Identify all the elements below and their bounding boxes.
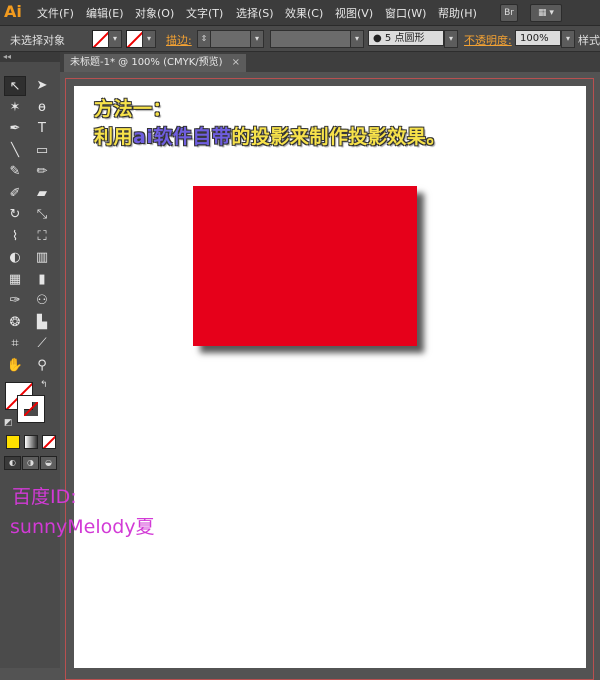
menu-view[interactable]: 视图(V) [335, 5, 373, 21]
brush-definition-dropdown[interactable]: ▾ [444, 30, 458, 48]
mesh-tool-icon[interactable]: ▦ [4, 270, 26, 290]
default-colors-icon[interactable]: ◩ [4, 418, 13, 428]
desc-part-2: ai [133, 126, 154, 148]
canvas-area[interactable]: 方法一： 利用ai软件自带的投影来制作投影效果。 [60, 72, 600, 680]
variable-width-field[interactable] [270, 30, 352, 48]
zoom-tool-icon[interactable]: ⚲ [31, 356, 53, 376]
control-bar: 未选择对象 ▾ ▾ 描边: ⇕ ▾ ▾ ● 5 点圆形 ▾ 不透明度: 100%… [0, 26, 600, 52]
menu-type[interactable]: 文字(T) [186, 5, 223, 21]
blend-tool-icon[interactable]: ⚇ [31, 291, 53, 311]
perspective-grid-icon[interactable]: ▥ [31, 248, 53, 268]
draw-behind-icon[interactable]: ◑ [22, 456, 39, 470]
selection-status: 未选择对象 [10, 34, 65, 47]
rotate-tool-icon[interactable]: ↻ [4, 205, 26, 225]
style-label[interactable]: 样式 [578, 32, 600, 48]
arrange-documents-button[interactable]: ▦ ▾ [530, 4, 562, 22]
document-tab-bar: 未标题-1* @ 100% (CMYK/预览) × [60, 52, 600, 72]
method-heading[interactable]: 方法一： [94, 94, 172, 121]
menu-object[interactable]: 对象(O) [135, 5, 174, 21]
draw-normal-icon[interactable]: ◐ [4, 456, 21, 470]
selection-tool-icon[interactable]: ↖ [4, 76, 26, 96]
fill-dropdown-arrow[interactable]: ▾ [108, 30, 122, 48]
symbol-sprayer-icon[interactable]: ❂ [4, 313, 26, 333]
app-logo: Ai [4, 2, 22, 21]
shape-builder-icon[interactable]: ◐ [4, 248, 26, 268]
stroke-color-box[interactable] [17, 395, 45, 423]
tools-panel-collapse[interactable]: ◂◂ [0, 52, 60, 62]
variable-width-dropdown[interactable]: ▾ [350, 30, 364, 48]
stroke-dropdown-arrow[interactable]: ▾ [142, 30, 156, 48]
stroke-weight-stepper[interactable]: ⇕ [197, 30, 211, 48]
scale-tool-icon[interactable]: ⤡ [31, 205, 53, 225]
column-graph-icon[interactable]: ▙ [31, 313, 53, 333]
menu-help[interactable]: 帮助(H) [438, 5, 477, 21]
desc-part-1: 利用 [94, 126, 134, 148]
slice-tool-icon[interactable]: ⟋ [31, 334, 53, 354]
opacity-field[interactable]: 100% [515, 30, 561, 46]
warp-tool-icon[interactable]: ⌇ [4, 227, 26, 247]
desc-part-3: 软件自带 [153, 126, 232, 148]
desc-part-4: 的投影来制作投影效果。 [231, 126, 446, 148]
opacity-label[interactable]: 不透明度: [464, 32, 512, 48]
hand-tool-icon[interactable]: ✋ [4, 356, 26, 376]
gradient-mode-button[interactable] [24, 435, 38, 449]
menu-effect[interactable]: 效果(C) [285, 5, 323, 21]
free-transform-icon[interactable]: ⛶ [31, 227, 53, 247]
lasso-icon[interactable]: ɵ [31, 98, 53, 118]
menu-file[interactable]: 文件(F) [37, 5, 74, 21]
document-tab-title: 未标题-1* @ 100% (CMYK/预览) [70, 57, 223, 68]
eraser-icon[interactable]: ▰ [31, 184, 53, 204]
gradient-tool-icon[interactable]: ▮ [31, 270, 53, 290]
menu-edit[interactable]: 编辑(E) [86, 5, 124, 21]
menu-select[interactable]: 选择(S) [236, 5, 274, 21]
paintbrush-icon[interactable]: ✎ [4, 162, 26, 182]
watermark-line-1: 百度ID: [12, 486, 77, 508]
method-description[interactable]: 利用ai软件自带的投影来制作投影效果。 [94, 122, 446, 149]
swap-fill-stroke-icon[interactable]: ↰ [40, 380, 48, 390]
draw-inside-icon[interactable]: ◒ [40, 456, 57, 470]
close-tab-icon[interactable]: × [232, 54, 240, 72]
menu-window[interactable]: 窗口(W) [385, 5, 426, 21]
type-tool-icon[interactable]: T [31, 119, 53, 139]
stroke-weight-dropdown[interactable]: ▾ [250, 30, 264, 48]
red-rectangle-with-drop-shadow[interactable] [193, 186, 417, 346]
menu-bar: Ai 文件(F) 编辑(E) 对象(O) 文字(T) 选择(S) 效果(C) 视… [0, 0, 600, 26]
direct-selection-tool-icon[interactable]: ➤ [31, 76, 53, 96]
rectangle-tool-icon[interactable]: ▭ [31, 141, 53, 161]
watermark-line-2: sunnyMelody夏 [10, 516, 155, 538]
artboard-tool-icon[interactable]: ⌗ [4, 334, 26, 354]
line-tool-icon[interactable]: ╲ [4, 141, 26, 161]
eyedropper-icon[interactable]: ✑ [4, 291, 26, 311]
none-mode-button[interactable] [42, 435, 56, 449]
stroke-weight-field[interactable] [210, 30, 252, 48]
brush-definition-field[interactable]: ● 5 点圆形 [368, 30, 444, 46]
magic-wand-icon[interactable]: ✶ [4, 98, 26, 118]
pencil-icon[interactable]: ✏ [31, 162, 53, 182]
tools-panel: ◂◂ ↖ ➤ ✶ ɵ ✒ T ╲ ▭ ✎ ✏ ✐ ▰ ↻ ⤡ ⌇ ⛶ ◐ ▥ ▦ ▮ ✑ ⚇ ❂ ▙ ⌗ ⟋ ✋ ⚲ ↰ ◩ ◐ ◑ … [0, 52, 61, 668]
color-mode-button[interactable] [6, 435, 20, 449]
document-tab[interactable]: 未标题-1* @ 100% (CMYK/预览) × [64, 54, 246, 72]
opacity-dropdown[interactable]: ▾ [561, 30, 575, 48]
artboard[interactable]: 方法一： 利用ai软件自带的投影来制作投影效果。 [74, 86, 586, 668]
bridge-button[interactable]: Br [500, 4, 518, 22]
stroke-label[interactable]: 描边: [166, 32, 192, 48]
blob-brush-icon[interactable]: ✐ [4, 184, 26, 204]
pen-tool-icon[interactable]: ✒ [4, 119, 26, 139]
